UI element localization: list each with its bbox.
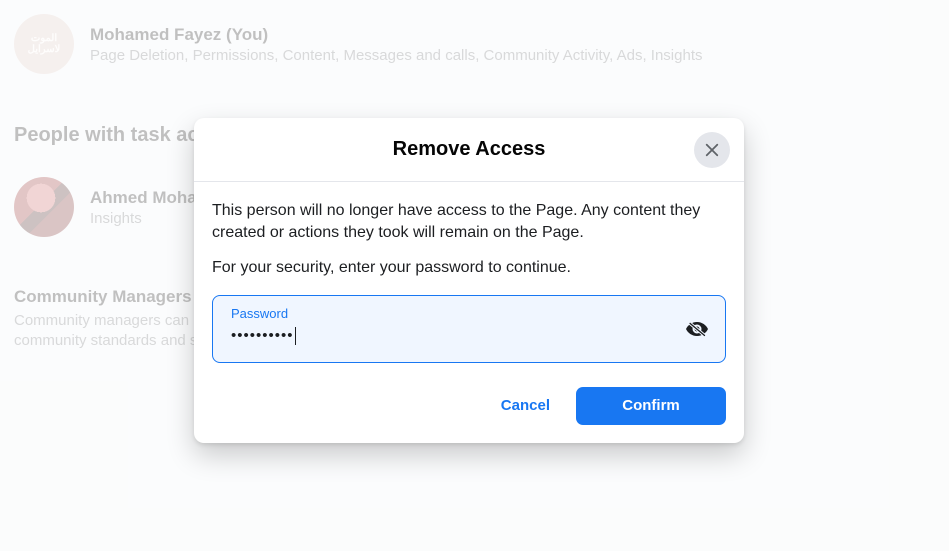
password-input[interactable]: Password •••••••••• — [212, 295, 726, 363]
password-value: •••••••••• — [231, 327, 675, 345]
password-label: Password — [231, 306, 675, 321]
confirm-button[interactable]: Confirm — [576, 387, 726, 425]
text-caret — [295, 327, 296, 345]
modal-header: Remove Access — [194, 118, 744, 182]
close-icon — [703, 141, 721, 159]
eye-off-icon — [685, 317, 709, 341]
modal-title: Remove Access — [393, 138, 546, 161]
modal-footer: Cancel Confirm — [194, 373, 744, 443]
modal-body-text-2: For your security, enter your password t… — [212, 257, 726, 279]
toggle-password-visibility[interactable] — [685, 317, 709, 341]
close-button[interactable] — [694, 132, 730, 168]
cancel-button[interactable]: Cancel — [483, 387, 568, 425]
remove-access-modal: Remove Access This person will no longer… — [194, 118, 744, 443]
modal-body-text-1: This person will no longer have access t… — [212, 200, 726, 243]
